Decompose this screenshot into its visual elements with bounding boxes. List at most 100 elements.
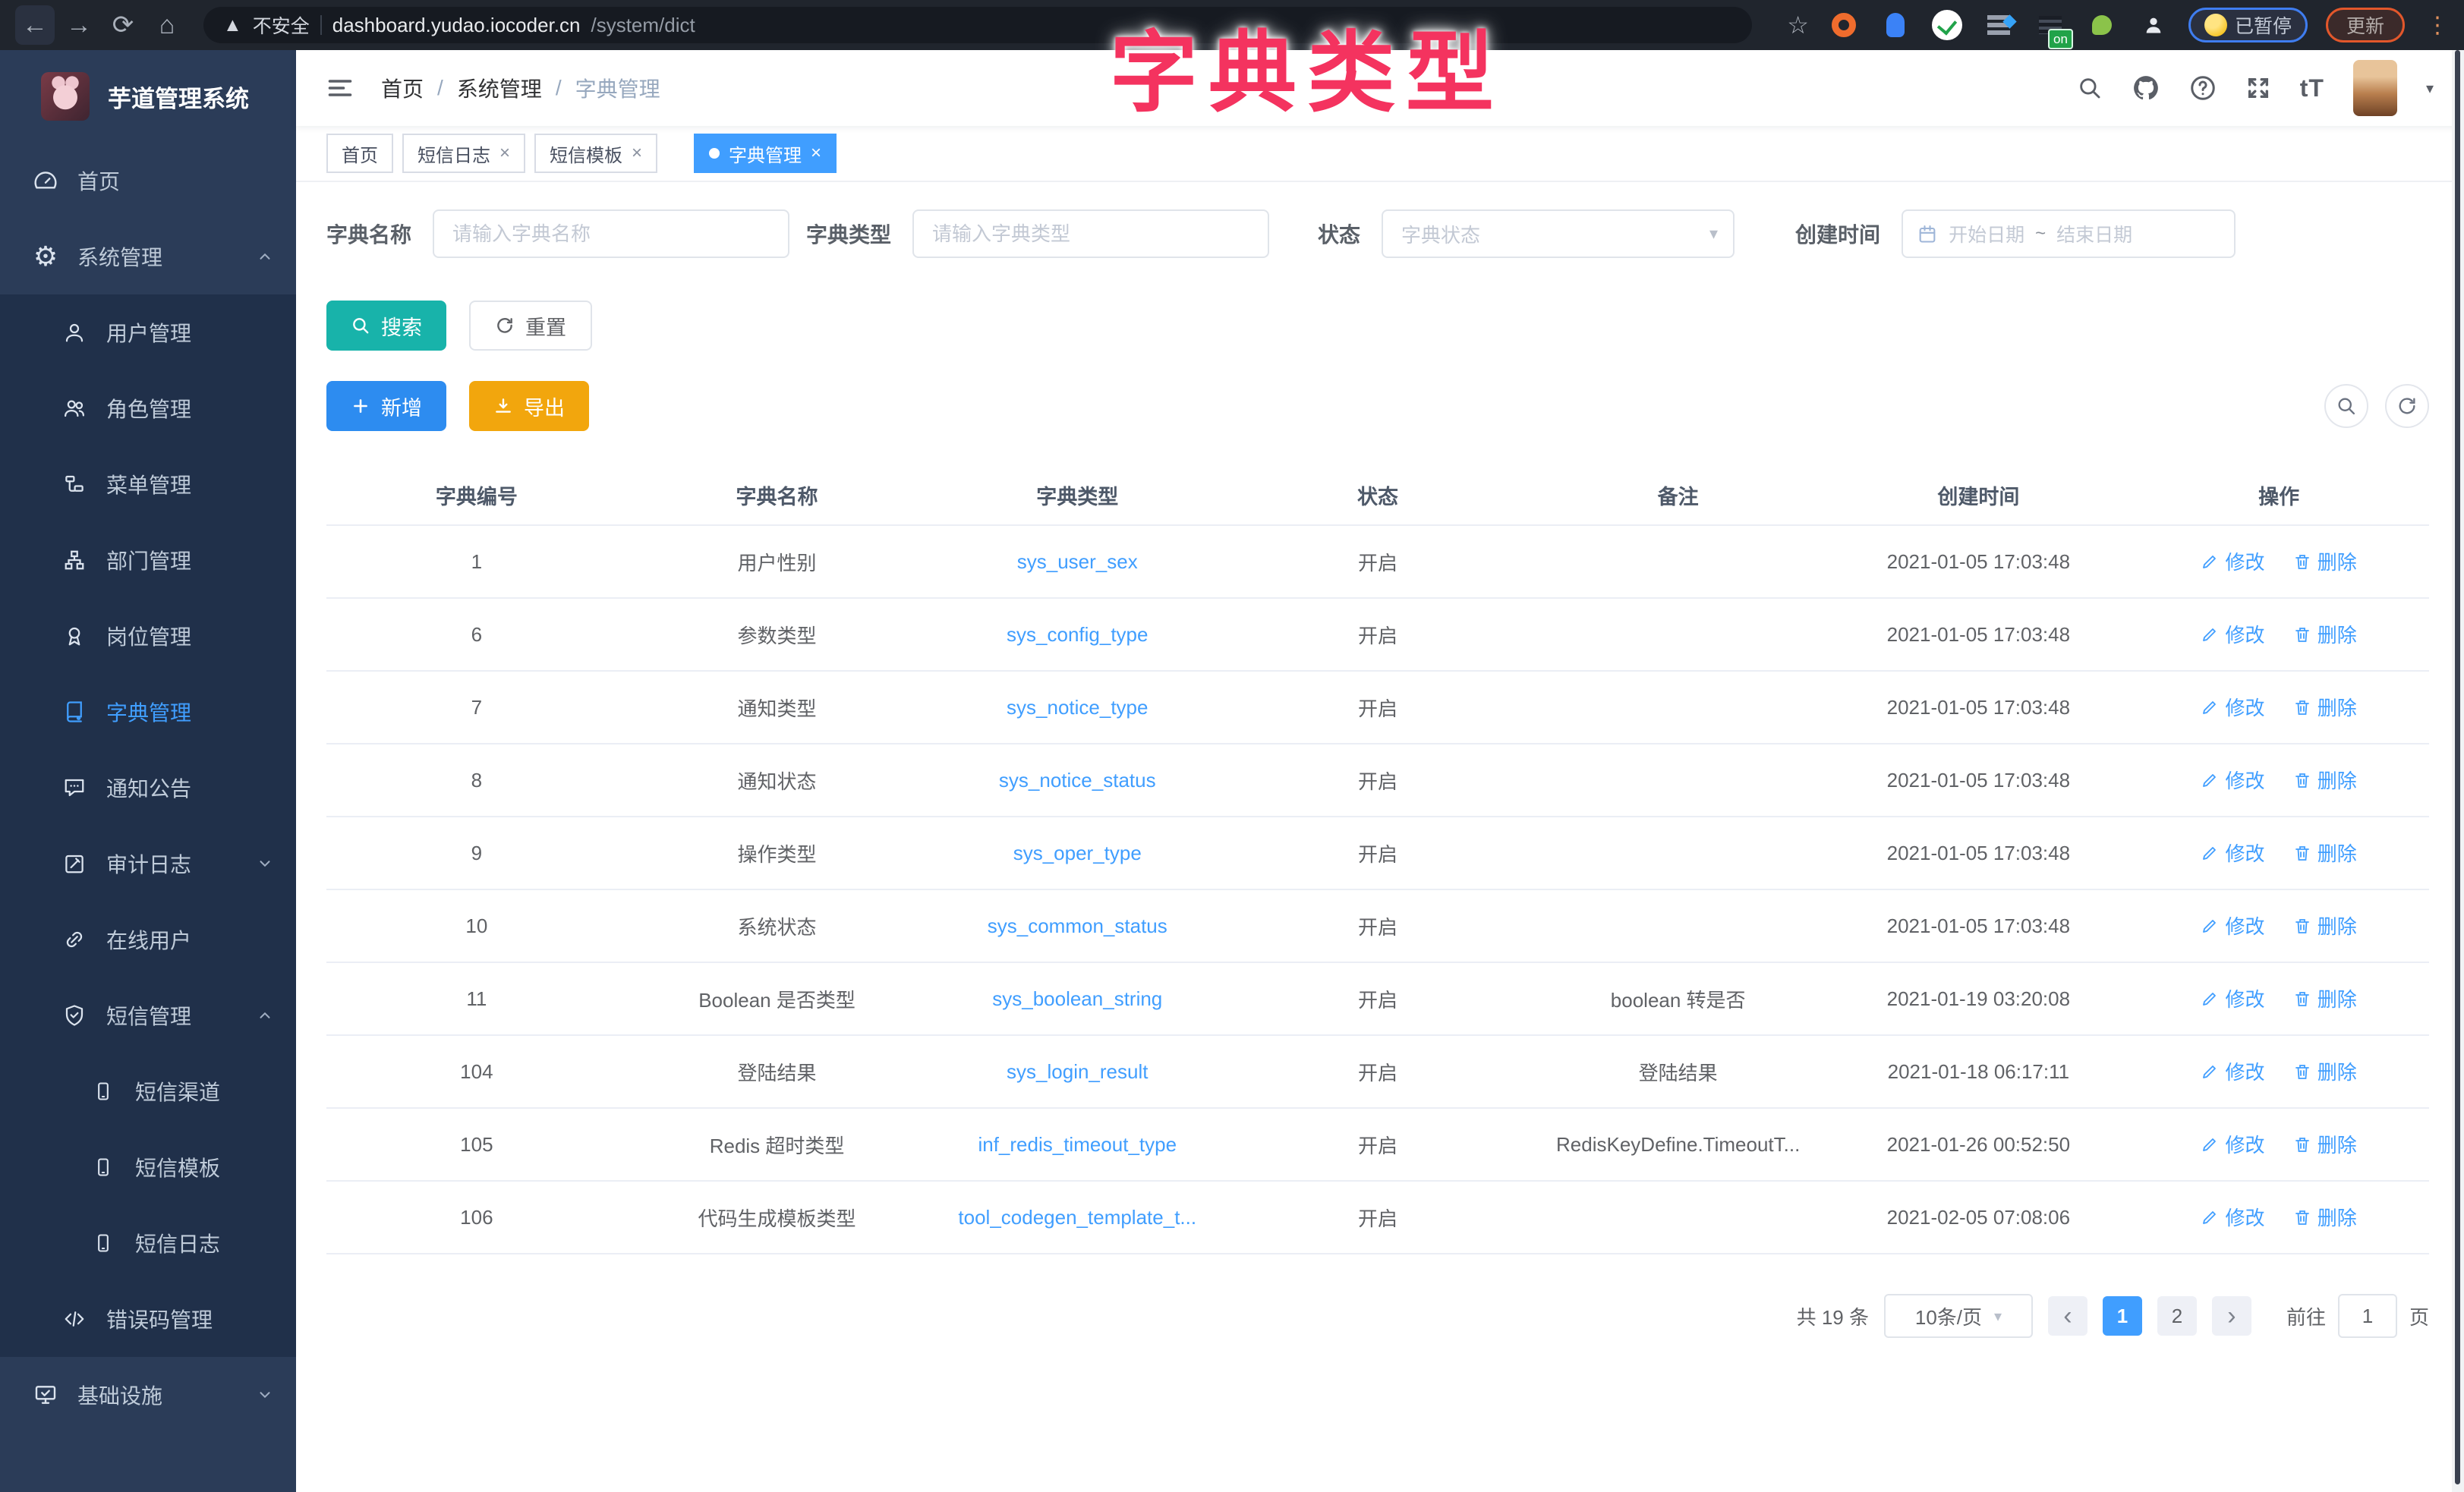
font-size-icon[interactable]: tT — [2300, 74, 2324, 102]
dict-type-link[interactable]: inf_redis_timeout_type — [978, 1133, 1177, 1156]
sidebar-item-sms-log[interactable]: 短信日志 — [0, 1205, 296, 1281]
edit-link[interactable]: 修改 — [2201, 620, 2264, 648]
browser-reload-icon[interactable]: ⟳ — [103, 5, 143, 45]
edit-link[interactable]: 修改 — [2201, 766, 2264, 794]
extension-person-icon[interactable] — [2137, 8, 2170, 42]
delete-link[interactable]: 删除 — [2293, 1057, 2357, 1085]
delete-link[interactable]: 删除 — [2293, 766, 2357, 794]
avatar-caret-icon[interactable]: ▾ — [2426, 79, 2434, 98]
edit-link[interactable]: 修改 — [2201, 984, 2264, 1012]
address-bar[interactable]: ▲ 不安全 dashboard.yudao.iocoder.cn/system/… — [203, 7, 1752, 43]
browser-home-icon[interactable]: ⌂ — [147, 5, 187, 45]
goto-page-input[interactable]: 1 — [2338, 1294, 2397, 1338]
close-icon[interactable]: × — [632, 144, 642, 162]
extension-check-icon[interactable] — [1930, 8, 1964, 42]
dict-type-link[interactable]: sys_boolean_string — [992, 987, 1162, 1010]
reset-button[interactable]: 重置 — [469, 301, 592, 351]
hamburger-icon[interactable] — [326, 74, 354, 102]
fullscreen-icon[interactable] — [2245, 75, 2271, 101]
paused-badge[interactable]: 已暂停 — [2188, 8, 2308, 42]
breadcrumb-system[interactable]: 系统管理 — [457, 73, 542, 103]
export-button[interactable]: 导出 — [469, 381, 589, 431]
dict-type-link[interactable]: sys_user_sex — [1017, 550, 1138, 573]
sidebar-item-post-mgmt[interactable]: 岗位管理 — [0, 598, 296, 674]
sidebar-item-infrastructure[interactable]: 基础设施 — [0, 1357, 296, 1433]
scrollbar-thumb[interactable] — [2455, 50, 2460, 1484]
next-page-button[interactable]: › — [2212, 1296, 2251, 1336]
sidebar-item-menu-mgmt[interactable]: 菜单管理 — [0, 446, 296, 522]
edit-link[interactable]: 修改 — [2201, 911, 2264, 940]
delete-link[interactable]: 删除 — [2293, 911, 2357, 940]
sidebar-item-user-mgmt[interactable]: 用户管理 — [0, 294, 296, 370]
sidebar-item-dept-mgmt[interactable]: 部门管理 — [0, 522, 296, 598]
page-size-select[interactable]: 10条/页 ▾ — [1884, 1294, 2033, 1338]
edit-link[interactable]: 修改 — [2201, 1130, 2264, 1158]
edit-link[interactable]: 修改 — [2201, 1203, 2264, 1231]
tab-dict-mgmt[interactable]: 字典管理 × — [694, 134, 837, 173]
sidebar-item-role-mgmt[interactable]: 角色管理 — [0, 370, 296, 446]
extension-grid-icon[interactable] — [1982, 8, 2015, 42]
toggle-search-icon[interactable] — [2324, 384, 2368, 428]
delete-link[interactable]: 删除 — [2293, 620, 2357, 648]
bookmark-star-icon[interactable]: ☆ — [1787, 11, 1809, 39]
extension-bulb-icon[interactable] — [1879, 8, 1912, 42]
dict-type-link[interactable]: sys_oper_type — [1013, 842, 1142, 864]
edit-link[interactable]: 修改 — [2201, 547, 2264, 575]
dict-type-input[interactable] — [912, 209, 1269, 258]
prev-page-button[interactable]: ‹ — [2048, 1296, 2087, 1336]
page-button-2[interactable]: 2 — [2157, 1296, 2197, 1336]
extension-leaf-icon[interactable] — [2085, 8, 2119, 42]
edit-link[interactable]: 修改 — [2201, 1057, 2264, 1085]
tab-sms-log[interactable]: 短信日志 × — [402, 134, 525, 173]
browser-back-icon[interactable]: ← — [15, 5, 55, 45]
sidebar-item-dict-mgmt[interactable]: 字典管理 — [0, 674, 296, 750]
cell-remark — [1528, 744, 1829, 817]
browser-menu-icon[interactable]: ⋮ — [2426, 12, 2449, 39]
github-icon[interactable] — [2132, 74, 2160, 102]
delete-link[interactable]: 删除 — [2293, 547, 2357, 575]
extension-donut-icon[interactable] — [1827, 8, 1861, 42]
dict-type-link[interactable]: sys_notice_type — [1007, 696, 1148, 719]
search-button[interactable]: 搜索 — [326, 301, 446, 351]
delete-link[interactable]: 删除 — [2293, 1130, 2357, 1158]
avatar[interactable] — [2353, 60, 2397, 116]
browser-forward-icon[interactable]: → — [59, 5, 99, 45]
page-button-1[interactable]: 1 — [2103, 1296, 2142, 1336]
sidebar-item-system[interactable]: ⚙ 系统管理 — [0, 219, 296, 294]
delete-link[interactable]: 删除 — [2293, 984, 2357, 1012]
edit-link[interactable]: 修改 — [2201, 839, 2264, 867]
dict-type-link[interactable]: sys_common_status — [988, 914, 1167, 937]
delete-link[interactable]: 删除 — [2293, 693, 2357, 721]
delete-link[interactable]: 删除 — [2293, 1203, 2357, 1231]
delete-link[interactable]: 删除 — [2293, 839, 2357, 867]
refresh-icon[interactable] — [2385, 384, 2429, 428]
page-scrollbar[interactable] — [2452, 50, 2464, 1492]
sidebar-item-audit-log[interactable]: 审计日志 — [0, 826, 296, 902]
dict-name-input[interactable] — [433, 209, 789, 258]
extension-on-icon[interactable]: on — [2034, 8, 2067, 42]
app-logo-row[interactable]: 芋道管理系统 — [0, 50, 296, 143]
date-range-picker[interactable]: 开始日期 ~ 结束日期 — [1902, 209, 2236, 258]
close-icon[interactable]: × — [811, 144, 821, 162]
sidebar-item-notice-mgmt[interactable]: 通知公告 — [0, 750, 296, 826]
tab-sms-template[interactable]: 短信模板 × — [534, 134, 657, 173]
close-icon[interactable]: × — [499, 144, 510, 162]
sidebar-item-sms-mgmt[interactable]: 短信管理 — [0, 977, 296, 1053]
sidebar-item-error-code[interactable]: 错误码管理 — [0, 1281, 296, 1357]
dict-type-link[interactable]: sys_config_type — [1007, 623, 1148, 646]
sidebar-item-home[interactable]: 首页 — [0, 143, 296, 219]
edit-link[interactable]: 修改 — [2201, 693, 2264, 721]
dict-type-link[interactable]: sys_login_result — [1007, 1060, 1148, 1083]
sidebar-item-sms-channel[interactable]: 短信渠道 — [0, 1053, 296, 1129]
add-button[interactable]: 新增 — [326, 381, 446, 431]
sidebar-item-online-users[interactable]: 在线用户 — [0, 902, 296, 977]
sidebar-item-sms-template[interactable]: 短信模板 — [0, 1129, 296, 1205]
dict-type-link[interactable]: tool_codegen_template_t... — [958, 1206, 1196, 1229]
dict-type-link[interactable]: sys_notice_status — [999, 769, 1156, 792]
search-icon[interactable] — [2077, 75, 2103, 101]
status-select[interactable]: 字典状态 ▾ — [1382, 209, 1735, 258]
breadcrumb-home[interactable]: 首页 — [381, 73, 424, 103]
help-icon[interactable] — [2189, 74, 2217, 102]
update-button[interactable]: 更新 — [2326, 8, 2405, 42]
tab-home[interactable]: 首页 — [326, 134, 393, 173]
